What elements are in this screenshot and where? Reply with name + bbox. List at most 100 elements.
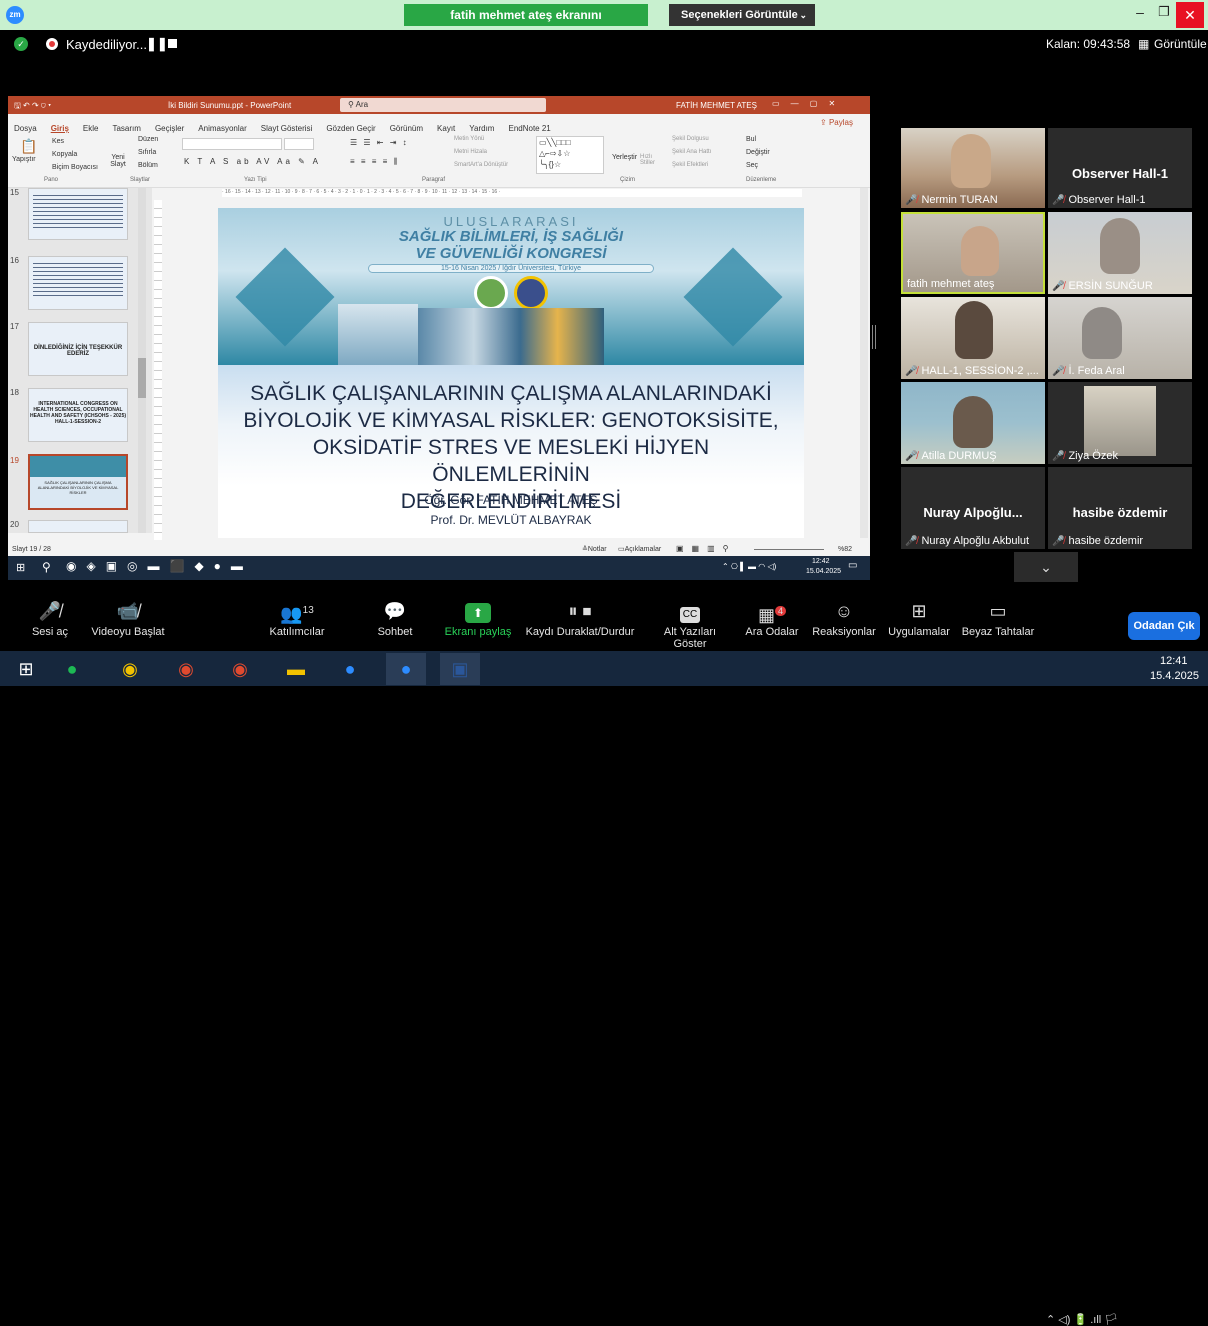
thumbnail-scrollbar[interactable] [138, 188, 146, 533]
shape-effects-button[interactable]: Şekil Efektleri [672, 162, 708, 168]
captions-button[interactable]: CC Alt Yazıları Göster [646, 596, 734, 650]
participant-tile[interactable]: Nuray Alpoğlu... 🎤̸ Nuray Alpoğlu Akbulut [901, 467, 1045, 549]
replace-button[interactable]: Değiştir [746, 149, 770, 156]
find-button[interactable]: Bul [746, 136, 756, 143]
copy-button[interactable]: Kopyala [52, 151, 77, 158]
ppt-search-box[interactable]: ⚲ Ara [340, 98, 546, 112]
format-painter-button[interactable]: Biçim Boyacısı [52, 164, 98, 171]
windows-start-icon[interactable]: ⊞ [6, 653, 46, 685]
view-button[interactable]: Görüntüle [1154, 37, 1207, 51]
leave-meeting-button[interactable]: Odadan Çık [1128, 612, 1200, 640]
tab-endnote[interactable]: EndNote 21 [508, 124, 550, 133]
chrome-profile-icon[interactable]: ◉ [166, 653, 206, 685]
participant-tile[interactable]: 🎤̸ Nermin TURAN [901, 128, 1045, 208]
spotify-icon[interactable]: ● [52, 653, 92, 685]
chrome-icon[interactable]: ◉ [110, 653, 150, 685]
participant-tile[interactable]: hasibe özdemir 🎤̸ hasibe özdemir [1048, 467, 1192, 549]
windows-start-icon[interactable]: ⊞ [16, 561, 25, 574]
taskbar-app-icons[interactable]: ◉◈▣◎▬⬛◆●▬ [66, 559, 253, 573]
whiteboards-button[interactable]: ▭ Beyaz Tahtalar [960, 596, 1036, 638]
ppt-window-controls[interactable]: ▭ — ▢ ✕ [772, 99, 835, 108]
tab-kayit[interactable]: Kayıt [437, 124, 455, 133]
text-direction-button[interactable]: Metin Yönü [454, 136, 484, 142]
participant-tile[interactable]: 🎤̸ HALL-1, SESSİON-2 ,... [901, 297, 1045, 379]
paragraph-buttons[interactable]: ☰ ☰ ⇤ ⇥ ↕ [350, 138, 409, 147]
panel-splitter[interactable] [872, 325, 876, 349]
save-icon[interactable]: 🖫 ↶ ↷ ⛉ ▾ [14, 100, 51, 114]
stop-recording-icon[interactable] [168, 39, 177, 48]
word-icon[interactable]: ▣ [440, 653, 480, 685]
ppt-share-button[interactable]: ⇪ Paylaş [820, 118, 853, 127]
shape-fill-button[interactable]: Şekil Dolgusu [672, 136, 709, 142]
tab-gorunum[interactable]: Görünüm [390, 124, 423, 133]
participant-tile[interactable]: 🎤̸ ERSİN SUNĞUR [1048, 212, 1192, 294]
font-name-box[interactable] [182, 138, 282, 150]
shield-icon[interactable]: ✓ [14, 37, 28, 51]
tab-gecisler[interactable]: Geçişler [155, 124, 184, 133]
minimize-button[interactable]: – [1128, 4, 1152, 26]
shape-outline-button[interactable]: Şekil Ana Hattı [672, 149, 711, 155]
participant-tile[interactable]: 🎤̸ Ziya Özek [1048, 382, 1192, 464]
tab-tasarim[interactable]: Tasarım [112, 124, 140, 133]
participant-tile-active-speaker[interactable]: fatih mehmet ateş [901, 212, 1045, 294]
search-icon[interactable]: ⚲ [42, 560, 51, 574]
breakout-rooms-button[interactable]: ▦ 4 Ara Odalar [744, 596, 800, 638]
cut-button[interactable]: Kes [52, 138, 64, 145]
paste-button[interactable]: Yapıştır [12, 156, 36, 163]
pause-recording-icon[interactable]: ❚❚ [146, 36, 168, 52]
slide-thumbnail[interactable]: INTERNATIONAL CONGRESS ON HEALTH SCIENCE… [28, 388, 128, 442]
layout-button[interactable]: Düzen [138, 136, 158, 143]
smartart-button[interactable]: SmartArt'a Dönüştür [454, 162, 508, 168]
zoom-level[interactable]: %82 [838, 546, 852, 553]
quick-styles-button[interactable]: Hızlı Stiller [640, 154, 664, 166]
reactions-button[interactable]: ☺ Reaksiyonlar [812, 596, 876, 638]
close-window-button[interactable]: ✕ [1176, 2, 1204, 28]
view-options-button[interactable]: Seçenekleri Görüntüle ⌄ [669, 4, 815, 26]
select-button[interactable]: Seç [746, 162, 758, 169]
pause-stop-recording-button[interactable]: ⏸ ⏹ Kaydı Duraklat/Durdur [524, 596, 636, 638]
slide-thumbnail[interactable] [28, 520, 128, 533]
zoom-app-icon[interactable]: ● [330, 653, 370, 685]
apps-button[interactable]: ⊞ Uygulamalar [884, 596, 954, 638]
tab-yardim[interactable]: Yardım [469, 124, 494, 133]
align-text-button[interactable]: Metni Hizala [454, 149, 487, 155]
chat-button[interactable]: 💬 Sohbet [370, 596, 420, 638]
tab-gozden-gecir[interactable]: Gözden Geçir [326, 124, 375, 133]
reset-button[interactable]: Sıfırla [138, 149, 156, 156]
zoom-slider[interactable] [754, 549, 824, 550]
unmute-button[interactable]: 🎤̸ Sesi aç [20, 596, 80, 638]
participants-button[interactable]: 👥13 Katılımcılar [260, 596, 334, 638]
share-screen-button[interactable]: ⬆ Ekranı paylaş [440, 596, 516, 638]
editor-scrollbar[interactable] [860, 188, 868, 538]
arrange-button[interactable]: Yerleştir [612, 154, 637, 161]
slide-thumbnail[interactable] [28, 188, 128, 240]
section-button[interactable]: Bölüm [138, 162, 158, 169]
slide-thumbnail[interactable]: DİNLEDİĞİNİZ İÇİN TEŞEKKÜR EDERİZ [28, 322, 128, 376]
notification-icon[interactable]: ▭ [848, 560, 857, 571]
participant-tile[interactable]: 🎤̸ İ. Feda Aral [1048, 297, 1192, 379]
tab-slayt-gosterisi[interactable]: Slayt Gösterisi [261, 124, 313, 133]
show-more-participants-button[interactable]: ⌄ [1014, 552, 1078, 582]
restore-button[interactable]: ❐ [1152, 4, 1176, 26]
participant-tile[interactable]: 🎤̸ Atilla DURMUŞ [901, 382, 1045, 464]
font-format-buttons[interactable]: K T A S ab AV Aa ✎ A [184, 157, 321, 166]
notes-button[interactable]: ≙Notlar [582, 545, 607, 553]
new-slide-button[interactable]: Yeni Slayt [106, 154, 130, 168]
slide-canvas[interactable]: ULUSLARARASI SAĞLIK BİLİMLERİ, İŞ SAĞLIĞ… [218, 208, 804, 538]
font-size-box[interactable] [284, 138, 314, 150]
shapes-gallery[interactable]: ▭╲╲□□□ △⌐⇨⇩☆ ╰╮{}☆ [536, 136, 604, 174]
slide-thumbnail-active[interactable]: SAĞLIK ÇALIŞANLARININ ÇALIŞMA ALANLARIND… [28, 454, 128, 510]
system-tray-icons[interactable]: ⌃ ◁) 🔋 .ıll 🏳 [1046, 1313, 1118, 1326]
chrome-profile-icon[interactable]: ◉ [220, 653, 260, 685]
tab-dosya[interactable]: Dosya [14, 124, 37, 133]
tab-ekle[interactable]: Ekle [83, 124, 99, 133]
slide-thumbnail[interactable] [28, 256, 128, 310]
view-grid-icon[interactable]: ▦ [1138, 37, 1149, 51]
comments-button[interactable]: ▭Açıklamalar [618, 545, 661, 553]
slide-thumbnail-panel[interactable]: 15 16 17 DİNLEDİĞİNİZ İÇİN TEŞEKKÜR EDER… [8, 188, 152, 533]
tab-animasyonlar[interactable]: Animasyonlar [198, 124, 246, 133]
align-buttons[interactable]: ≡ ≡ ≡ ≡ ⫼ [350, 157, 399, 167]
tab-giris[interactable]: Giriş [51, 124, 69, 133]
zoom-app-icon[interactable]: ● [386, 653, 426, 685]
start-video-button[interactable]: 📹̸ Videoyu Başlat [86, 596, 170, 638]
